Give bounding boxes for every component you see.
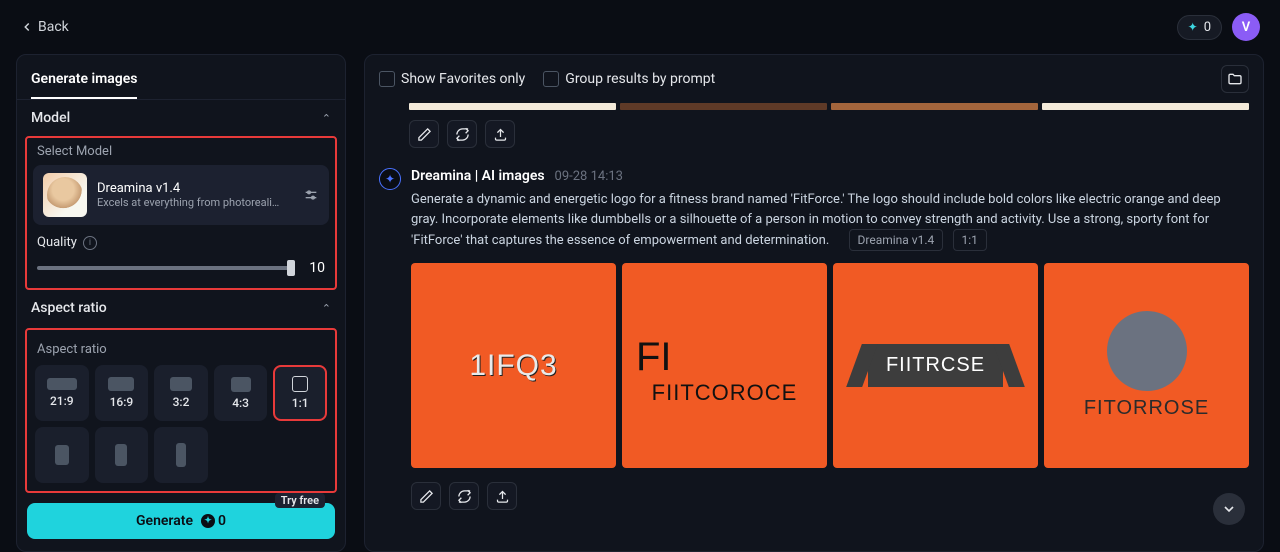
- model-thumbnail: [43, 173, 87, 217]
- swatch: [409, 103, 616, 110]
- avatar[interactable]: V: [1232, 13, 1260, 41]
- lifter-graphic: [1107, 311, 1187, 391]
- chevron-down-icon: [1221, 501, 1237, 517]
- ratio-extra-2[interactable]: [95, 427, 149, 483]
- aspect-section-title: Aspect ratio: [31, 300, 107, 316]
- generation-meta: 09-28 14:13: [555, 169, 623, 184]
- refresh-icon: [457, 489, 472, 504]
- quality-slider[interactable]: [37, 266, 295, 270]
- model-card[interactable]: Dreamina v1.4 Excels at everything from …: [33, 165, 329, 225]
- avatar-initial: V: [1242, 20, 1250, 35]
- slider-knob[interactable]: [287, 260, 295, 276]
- generate-label: Generate: [136, 513, 193, 529]
- tag-ratio: 1:1: [953, 229, 987, 251]
- coin-icon: ✦: [201, 514, 215, 528]
- checkbox-icon: [379, 71, 395, 87]
- main-panel: Show Favorites only Group results by pro…: [364, 54, 1264, 552]
- result-tile[interactable]: 1IFQ3: [411, 263, 616, 468]
- swatch: [620, 103, 827, 110]
- select-model-label: Select Model: [33, 144, 329, 165]
- regenerate-button[interactable]: [447, 120, 477, 148]
- show-favorites-checkbox[interactable]: Show Favorites only: [379, 71, 525, 87]
- upload-icon: [493, 127, 508, 142]
- chevron-up-icon: ⌃: [322, 302, 331, 315]
- group-by-prompt-checkbox[interactable]: Group results by prompt: [543, 71, 715, 87]
- try-free-badge: Try free: [275, 493, 325, 508]
- sliders-icon: [303, 187, 319, 203]
- model-section-header[interactable]: Model ⌃: [17, 100, 345, 130]
- ratio-1-1[interactable]: 1:1: [273, 365, 327, 421]
- aspect-ratio-block: Aspect ratio 21:9 16:9 3:2 4:3 1:1: [25, 328, 337, 493]
- model-settings-button[interactable]: [303, 187, 319, 203]
- folder-icon: [1227, 71, 1243, 87]
- select-model-block: Select Model Dreamina v1.4 Excels at eve…: [25, 136, 337, 290]
- model-desc: Excels at everything from photoreali…: [97, 196, 293, 209]
- model-name: Dreamina v1.4: [97, 181, 293, 196]
- edit-button[interactable]: [411, 482, 441, 510]
- generate-cost: 0: [218, 513, 226, 529]
- back-label: Back: [38, 19, 69, 35]
- result-tile[interactable]: FIITRCSE: [833, 263, 1038, 468]
- swatch: [831, 103, 1038, 110]
- chevron-left-icon: [20, 20, 34, 34]
- ratio-4-3[interactable]: 4:3: [214, 365, 268, 421]
- model-section-title: Model: [31, 110, 70, 126]
- palette-row: [409, 103, 1249, 110]
- source-avatar: ✦: [379, 168, 401, 190]
- upload-button[interactable]: [485, 120, 515, 148]
- pencil-icon: [419, 489, 434, 504]
- swatch: [1042, 103, 1249, 110]
- tab-generate-images[interactable]: Generate images: [31, 65, 137, 99]
- scroll-down-button[interactable]: [1213, 493, 1245, 525]
- quality-value: 10: [305, 260, 325, 276]
- ratio-16-9[interactable]: 16:9: [95, 365, 149, 421]
- generate-button[interactable]: Try free Generate ✦0: [27, 503, 335, 539]
- chevron-up-icon: ⌃: [322, 112, 331, 125]
- upload-button[interactable]: [487, 482, 517, 510]
- aspect-section-header[interactable]: Aspect ratio ⌃: [17, 290, 345, 320]
- credits-value: 0: [1204, 20, 1211, 35]
- generation-title: Dreamina | AI images: [411, 168, 545, 184]
- info-icon[interactable]: i: [83, 236, 97, 250]
- ratio-extra-1[interactable]: [35, 427, 89, 483]
- refresh-icon: [455, 127, 470, 142]
- credit-icon: ✦: [1188, 20, 1198, 34]
- tag-model: Dreamina v1.4: [849, 229, 944, 251]
- ratio-3-2[interactable]: 3:2: [154, 365, 208, 421]
- back-button[interactable]: Back: [20, 19, 69, 35]
- result-tile[interactable]: FITORROSE: [1044, 263, 1249, 468]
- regenerate-button[interactable]: [449, 482, 479, 510]
- pencil-icon: [417, 127, 432, 142]
- result-tile[interactable]: FI FIITCOROCE: [622, 263, 827, 468]
- generation-prompt: Generate a dynamic and energetic logo fo…: [411, 192, 1221, 248]
- ratio-21-9[interactable]: 21:9: [35, 365, 89, 421]
- result-grid: 1IFQ3 FI FIITCOROCE FIITRCSE FITORROSE: [411, 263, 1249, 468]
- aspect-sublabel: Aspect ratio: [33, 334, 329, 365]
- emblem-label: FIITRCSE: [868, 344, 1003, 387]
- edit-button[interactable]: [409, 120, 439, 148]
- upload-icon: [495, 489, 510, 504]
- credits-pill[interactable]: ✦ 0: [1177, 15, 1222, 40]
- folder-button[interactable]: [1221, 65, 1249, 93]
- sidebar: Generate images Model ⌃ Select Model Dre…: [16, 54, 346, 552]
- ratio-extra-3[interactable]: [154, 427, 208, 483]
- checkbox-icon: [543, 71, 559, 87]
- quality-label: Quality: [37, 235, 77, 250]
